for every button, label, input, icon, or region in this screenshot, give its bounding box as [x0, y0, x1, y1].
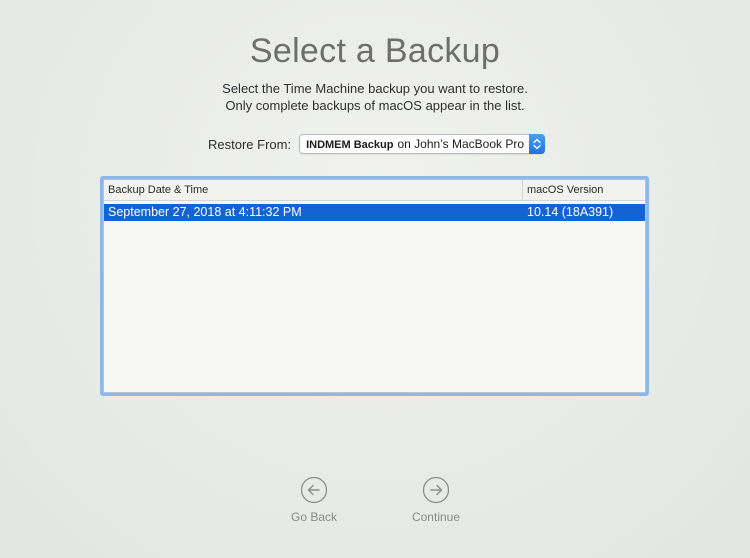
backup-date-cell: September 27, 2018 at 4:11:32 PM — [108, 205, 302, 219]
arrow-left-circle-icon — [300, 476, 328, 504]
arrow-right-circle-icon — [422, 476, 450, 504]
continue-label: Continue — [411, 510, 461, 524]
continue-button[interactable]: Continue — [391, 476, 481, 524]
restore-from-row: Restore From: INDMEM Backup on John’s Mac… — [208, 134, 546, 154]
column-header-macos-version[interactable]: macOS Version — [523, 180, 647, 200]
table-row-selected[interactable]: September 27, 2018 at 4:11:32 PM 10.14 (… — [104, 204, 645, 221]
go-back-label: Go Back — [290, 510, 338, 524]
restore-from-value: INDMEM Backup on John’s MacBook Pro — [300, 137, 524, 151]
go-back-button[interactable]: Go Back — [269, 476, 359, 524]
popup-stepper-icon[interactable] — [529, 134, 546, 154]
table-header: Backup Date & Time macOS Version — [104, 180, 645, 201]
macos-version-cell: 10.14 (18A391) — [527, 205, 614, 219]
backup-disk-suffix: on John’s MacBook Pro — [397, 137, 524, 151]
backup-table[interactable]: Backup Date & Time macOS Version Septemb… — [100, 176, 649, 396]
column-header-backup-date[interactable]: Backup Date & Time — [104, 180, 523, 200]
page-title: Select a Backup — [249, 32, 501, 70]
subtitle-line-1: Select the Time Machine backup you want … — [222, 81, 528, 96]
installer-window: Select a Backup Select the Time Machine … — [0, 0, 750, 558]
backup-disk-name: INDMEM Backup — [306, 139, 394, 151]
page-subtitle: Select the Time Machine backup you want … — [0, 80, 750, 114]
backup-table-body: Backup Date & Time macOS Version Septemb… — [103, 179, 646, 393]
restore-from-label: Restore From: — [208, 136, 292, 152]
subtitle-line-2: Only complete backups of macOS appear in… — [225, 98, 525, 113]
restore-from-popup[interactable]: INDMEM Backup on John’s MacBook Pro — [299, 134, 546, 154]
